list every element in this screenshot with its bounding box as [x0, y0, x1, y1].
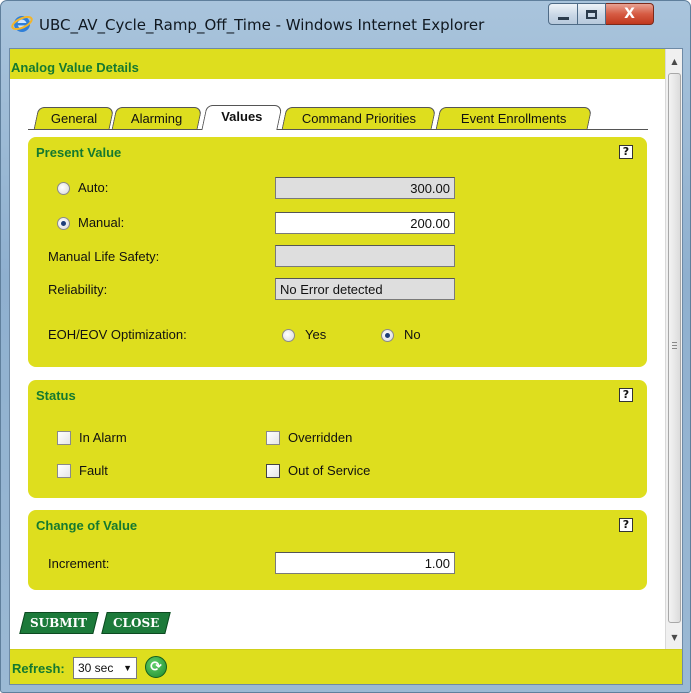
- present-value-help-icon[interactable]: ?: [619, 145, 633, 159]
- eoh-no-label: No: [404, 327, 421, 342]
- refresh-interval-value: 30 sec: [78, 661, 114, 675]
- tab-values-label: Values: [221, 109, 263, 124]
- manual-life-safety-field: [275, 245, 455, 267]
- scroll-up-icon[interactable]: ▲: [666, 53, 682, 70]
- reliability-label: Reliability:: [48, 282, 108, 297]
- window-title: UBC_AV_Cycle_Ramp_Off_Time - Windows Int…: [39, 16, 485, 34]
- vertical-scrollbar[interactable]: ▲ ▼: [665, 49, 682, 649]
- minimize-button[interactable]: [548, 3, 578, 25]
- auto-radio[interactable]: [57, 182, 70, 195]
- internet-explorer-icon: [11, 15, 33, 32]
- submit-button[interactable]: SUBMIT: [19, 612, 99, 634]
- close-button[interactable]: CLOSE: [101, 612, 171, 634]
- manual-label: Manual:: [78, 215, 125, 230]
- refresh-interval-select[interactable]: 30 sec ▼: [73, 657, 137, 679]
- tab-command-priorities-label: Command Priorities: [301, 111, 416, 126]
- chevron-down-icon: ▼: [123, 663, 132, 673]
- change-of-value-help-icon[interactable]: ?: [619, 518, 633, 532]
- in-alarm-label: In Alarm: [79, 430, 127, 445]
- eoh-yes-label: Yes: [305, 327, 327, 342]
- eoh-optimization-label: EOH/EOV Optimization:: [48, 327, 187, 342]
- manual-life-safety-label: Manual Life Safety:: [48, 249, 160, 264]
- tab-event-enrollments[interactable]: Event Enrollments: [435, 107, 593, 129]
- scroll-thumb[interactable]: [668, 73, 681, 623]
- scroll-grip-icon: [672, 342, 677, 349]
- status-panel: Status ? In Alarm Overridden Fault Out o…: [28, 380, 647, 498]
- tab-divider: [28, 129, 648, 130]
- eoh-no-radio[interactable]: [381, 329, 394, 342]
- manual-radio[interactable]: [57, 217, 70, 230]
- reliability-field: No Error detected: [275, 278, 455, 300]
- out-of-service-label: Out of Service: [288, 463, 371, 478]
- refresh-icon[interactable]: ⟳: [145, 656, 167, 678]
- present-value-title: Present Value: [36, 145, 122, 160]
- tab-general-label: General: [50, 111, 98, 126]
- tab-command-priorities[interactable]: Command Priorities: [281, 107, 437, 129]
- close-icon: X: [624, 6, 635, 22]
- eoh-yes-radio[interactable]: [282, 329, 295, 342]
- tab-event-enrollments-label: Event Enrollments: [461, 111, 567, 126]
- status-help-icon[interactable]: ?: [619, 388, 633, 402]
- close-button-label: CLOSE: [112, 616, 160, 630]
- refresh-footer: Refresh: 30 sec ▼ ⟳: [10, 649, 682, 684]
- tab-alarming-label: Alarming: [131, 111, 183, 126]
- refresh-label: Refresh:: [12, 661, 65, 676]
- fault-label: Fault: [79, 463, 108, 478]
- tab-alarming[interactable]: Alarming: [111, 107, 203, 129]
- page-content: Analog Value Details General Alarming Va…: [9, 48, 683, 685]
- maximize-icon: [586, 9, 597, 19]
- close-window-button[interactable]: X: [606, 3, 654, 25]
- title-bar[interactable]: UBC_AV_Cycle_Ramp_Off_Time - Windows Int…: [1, 1, 690, 48]
- present-value-panel: Present Value ? Auto: 300.00 Manual: 200…: [28, 137, 647, 367]
- browser-window: UBC_AV_Cycle_Ramp_Off_Time - Windows Int…: [0, 0, 691, 693]
- auto-label: Auto:: [78, 180, 109, 195]
- change-of-value-title: Change of Value: [36, 518, 138, 533]
- increment-input[interactable]: 1.00: [275, 552, 455, 574]
- in-alarm-checkbox[interactable]: [57, 431, 71, 445]
- minimize-icon: [557, 16, 569, 20]
- out-of-service-checkbox[interactable]: [266, 464, 280, 478]
- overridden-label: Overridden: [288, 430, 353, 445]
- page-title: Analog Value Details: [10, 49, 665, 79]
- status-title: Status: [36, 388, 76, 403]
- auto-value-field: 300.00: [275, 177, 455, 199]
- tab-values[interactable]: Values: [201, 105, 283, 130]
- change-of-value-panel: Change of Value ? Increment: 1.00: [28, 510, 647, 590]
- fault-checkbox[interactable]: [57, 464, 71, 478]
- maximize-button[interactable]: [578, 3, 606, 25]
- submit-button-label: SUBMIT: [30, 616, 88, 630]
- increment-label: Increment:: [48, 556, 110, 571]
- scroll-down-icon[interactable]: ▼: [666, 629, 682, 646]
- overridden-checkbox[interactable]: [266, 431, 280, 445]
- tab-general[interactable]: General: [33, 107, 115, 129]
- manual-value-input[interactable]: 200.00: [275, 212, 455, 234]
